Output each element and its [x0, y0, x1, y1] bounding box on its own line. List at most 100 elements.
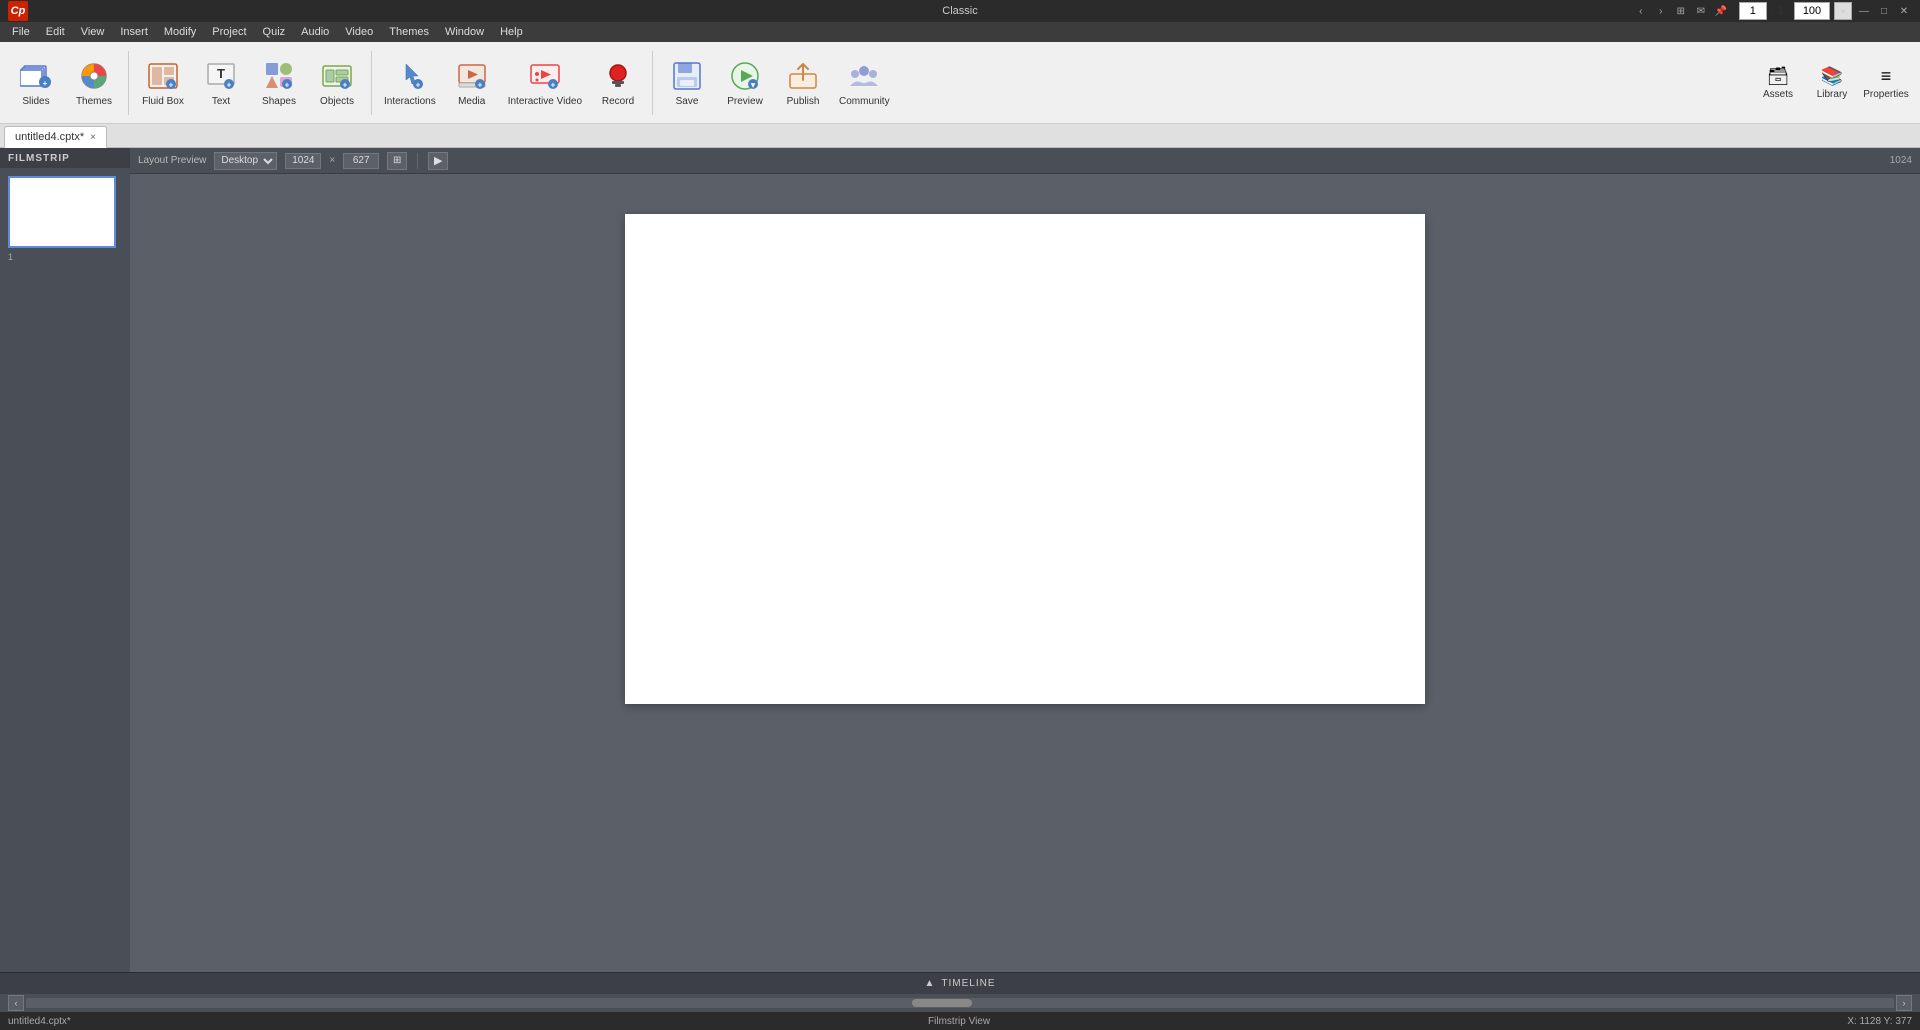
layout-preview-label: Layout Preview [138, 155, 206, 166]
preview-label: Preview [727, 96, 763, 107]
toolbar-shapes[interactable]: + Shapes [251, 46, 307, 120]
interactive-video-label: Interactive Video [508, 96, 582, 107]
zoom-input[interactable] [1794, 2, 1830, 20]
status-coords: X: 1128 Y: 377 [1847, 1016, 1912, 1027]
menu-modify[interactable]: Modify [156, 22, 204, 42]
mail-icon[interactable]: ✉ [1693, 3, 1709, 19]
zoom-dropdown[interactable]: ▾ [1834, 2, 1852, 20]
scrollbar-thumb[interactable] [912, 999, 972, 1007]
svg-text:T: T [217, 66, 225, 81]
titlebar-center: Classic [942, 5, 977, 17]
menu-window[interactable]: Window [437, 22, 492, 42]
filmstrip-panel: FILMSTRIP 1 [0, 148, 130, 972]
toolbar-sep-1 [128, 51, 129, 115]
menu-insert[interactable]: Insert [112, 22, 156, 42]
canvas-dim-separator: × [329, 155, 335, 166]
interactions-label: Interactions [384, 96, 436, 107]
toolbar: + Slides Themes [0, 42, 1920, 124]
menu-bar: File Edit View Insert Modify Project Qui… [0, 22, 1920, 42]
toolbar-library[interactable]: 📚 Library [1806, 46, 1858, 120]
toolbar-preview[interactable]: ▾ Preview [717, 46, 773, 120]
svg-text:+: + [416, 81, 421, 90]
assets-icon: 🗃 [1767, 66, 1790, 87]
toolbar-themes[interactable]: Themes [66, 46, 122, 120]
ruler-value: 1024 [1890, 155, 1912, 166]
slide-thumbnail-1[interactable] [8, 176, 116, 248]
status-filename: untitled4.cptx* [8, 1016, 71, 1027]
menu-project[interactable]: Project [204, 22, 254, 42]
interactive-video-icon: + [527, 58, 563, 94]
toolbar-interactive-video[interactable]: + Interactive Video [502, 46, 588, 120]
titlebar-left: Cp [8, 1, 28, 21]
tab-bar: untitled4.cptx* × [0, 124, 1920, 148]
slide-canvas [625, 214, 1425, 704]
toolbar-objects[interactable]: + Objects [309, 46, 365, 120]
save-label: Save [676, 96, 699, 107]
svg-text:+: + [477, 81, 482, 90]
toolbar-save[interactable]: Save [659, 46, 715, 120]
slide-current-input[interactable] [1739, 2, 1767, 20]
fit-canvas-button[interactable]: ⊞ [387, 152, 407, 170]
svg-text:+: + [343, 81, 348, 90]
media-label: Media [458, 96, 485, 107]
toolbar-assets[interactable]: 🗃 Assets [1752, 46, 1804, 120]
properties-icon: ≡ [1881, 66, 1892, 87]
canvas-toolbar-sep [417, 153, 418, 169]
nav-back-button[interactable]: ‹ [1633, 3, 1649, 19]
toolbar-text[interactable]: T + Text [193, 46, 249, 120]
fluid-box-icon: + [145, 58, 181, 94]
canvas-scroll-area[interactable] [130, 174, 1920, 972]
horizontal-scrollbar[interactable] [26, 998, 1894, 1008]
interactions-icon: + [392, 58, 428, 94]
titlebar-controls: ‹ › ⊞ ✉ 📌 / 1 ▾ — □ ✕ [1633, 2, 1912, 20]
record-icon [600, 58, 636, 94]
preview-icon: ▾ [727, 58, 763, 94]
status-view: Filmstrip View [928, 1016, 990, 1027]
layout-select[interactable]: Desktop Tablet Mobile [214, 152, 277, 170]
main-area: FILMSTRIP 1 Layout Preview Desktop Table… [0, 148, 1920, 972]
canvas-height-input[interactable] [343, 153, 379, 169]
tab-close-button[interactable]: × [90, 132, 96, 143]
publish-icon [785, 58, 821, 94]
nav-forward-button[interactable]: › [1653, 3, 1669, 19]
scroll-right-button[interactable]: › [1896, 995, 1912, 1011]
scroll-left-button[interactable]: ‹ [8, 995, 24, 1011]
menu-themes[interactable]: Themes [381, 22, 437, 42]
slides-icon: + [18, 58, 54, 94]
menu-quiz[interactable]: Quiz [255, 22, 294, 42]
menu-view[interactable]: View [73, 22, 113, 42]
toolbar-slides[interactable]: + Slides [8, 46, 64, 120]
minimize-button[interactable]: — [1856, 3, 1872, 19]
toolbar-community[interactable]: Community [833, 46, 896, 120]
record-label: Record [602, 96, 634, 107]
toolbar-fluid-box[interactable]: + Fluid Box [135, 46, 191, 120]
text-icon: T + [203, 58, 239, 94]
timeline-bar[interactable]: ▲ TIMELINE [0, 972, 1920, 994]
save-icon [669, 58, 705, 94]
community-icon [846, 58, 882, 94]
toolbar-publish[interactable]: Publish [775, 46, 831, 120]
toolbar-interactions[interactable]: + Interactions [378, 46, 442, 120]
menu-file[interactable]: File [4, 22, 38, 42]
menu-video[interactable]: Video [337, 22, 381, 42]
themes-icon [76, 58, 112, 94]
canvas-width-input[interactable] [285, 153, 321, 169]
filmstrip-content: 1 [0, 168, 130, 972]
publish-label: Publish [787, 96, 820, 107]
toolbar-media[interactable]: + Media [444, 46, 500, 120]
pin-icon[interactable]: 📌 [1713, 3, 1729, 19]
device-icon[interactable]: ⊞ [1673, 3, 1689, 19]
menu-audio[interactable]: Audio [293, 22, 337, 42]
menu-edit[interactable]: Edit [38, 22, 73, 42]
themes-label: Themes [76, 96, 112, 107]
slides-label: Slides [22, 96, 49, 107]
properties-label: Properties [1863, 89, 1909, 100]
maximize-button[interactable]: □ [1876, 3, 1892, 19]
close-button[interactable]: ✕ [1896, 3, 1912, 19]
toolbar-record[interactable]: Record [590, 46, 646, 120]
text-label: Text [212, 96, 230, 107]
tab-main[interactable]: untitled4.cptx* × [4, 126, 107, 148]
toolbar-properties[interactable]: ≡ Properties [1860, 46, 1912, 120]
play-button[interactable]: ▶ [428, 152, 448, 170]
menu-help[interactable]: Help [492, 22, 531, 42]
